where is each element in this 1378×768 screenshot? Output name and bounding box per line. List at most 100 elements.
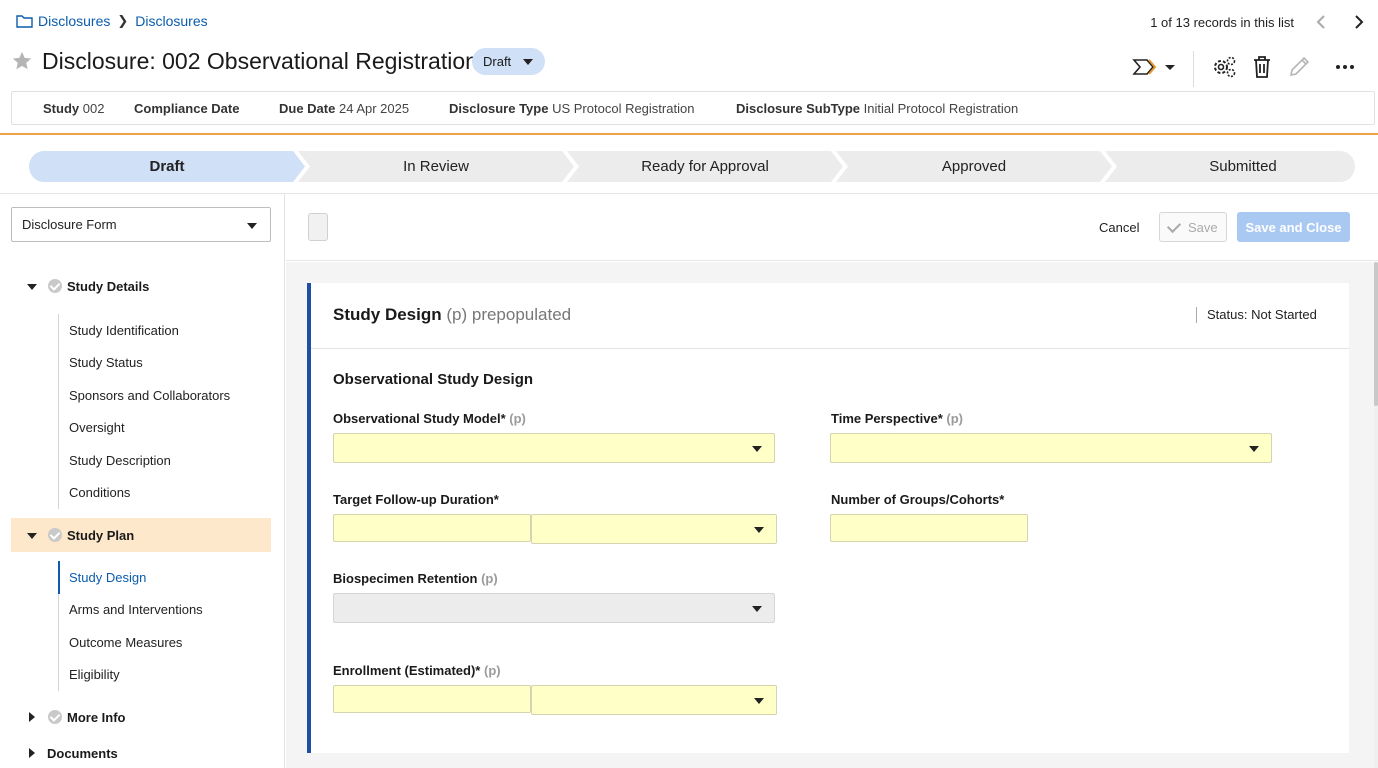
card-title: Study Design (p) prepopulated bbox=[333, 305, 572, 324]
section-label: More Info bbox=[67, 710, 126, 725]
form-sidebar: Disclosure Form Study Details Study Iden… bbox=[0, 194, 285, 768]
step-submitted[interactable]: Submitted bbox=[1112, 151, 1374, 182]
cancel-button[interactable]: Cancel bbox=[1099, 220, 1139, 235]
nav-item-eligibility[interactable]: Eligibility bbox=[59, 659, 203, 692]
nav-item-conditions[interactable]: Conditions bbox=[59, 477, 230, 510]
save-and-close-button[interactable]: Save and Close bbox=[1237, 212, 1350, 242]
vertical-scrollbar[interactable] bbox=[1374, 262, 1378, 768]
section-more-info[interactable]: More Info bbox=[11, 700, 271, 734]
card-header: Study Design (p) prepopulated Status: No… bbox=[311, 283, 1349, 349]
title-row: Disclosure: 002 Observational Registrati… bbox=[0, 44, 1378, 87]
delete-button[interactable] bbox=[1252, 54, 1272, 80]
breadcrumb-link-1[interactable]: Disclosures bbox=[38, 13, 110, 29]
workflow-chevron-icon bbox=[1132, 59, 1175, 75]
study-details-items: Study Identification Study Status Sponso… bbox=[58, 314, 230, 509]
workflow-button[interactable] bbox=[1132, 54, 1176, 80]
records-count: 1 of 13 records in this list bbox=[1150, 15, 1294, 30]
save-label: Save bbox=[1188, 219, 1218, 235]
study-plan-items: Study Design Arms and Interventions Outc… bbox=[58, 561, 203, 691]
nav-item-study-description[interactable]: Study Description bbox=[59, 444, 230, 477]
scrollbar-thumb[interactable] bbox=[1374, 262, 1378, 406]
enrollment-type-select[interactable] bbox=[531, 685, 777, 715]
disclosure-info-strip: Study 002 Compliance Date Due Date 24 Ap… bbox=[11, 91, 1375, 125]
study-field: Study 002 bbox=[43, 101, 105, 116]
breadcrumb: Disclosures ❯ Disclosures bbox=[16, 13, 208, 29]
caret-down-icon bbox=[752, 606, 762, 612]
chevron-right-icon bbox=[1355, 15, 1364, 29]
previous-record-button[interactable] bbox=[1311, 12, 1331, 32]
step-approved[interactable]: Approved bbox=[843, 151, 1105, 182]
more-options-button[interactable] bbox=[1334, 54, 1356, 80]
due-date-field: Due Date 24 Apr 2025 bbox=[279, 101, 410, 116]
nav-item-study-identification[interactable]: Study Identification bbox=[59, 314, 230, 347]
form-action-bar: Cancel Save Save and Close bbox=[286, 194, 1378, 261]
followup-label: Target Follow-up Duration* bbox=[333, 492, 499, 507]
settings-button[interactable] bbox=[1211, 54, 1237, 80]
time-perspective-select[interactable] bbox=[830, 433, 1272, 463]
check-circle-icon bbox=[48, 528, 62, 542]
step-ready-for-approval[interactable]: Ready for Approval bbox=[574, 151, 836, 182]
check-circle-icon bbox=[48, 710, 62, 724]
groups-input[interactable] bbox=[830, 514, 1028, 542]
edit-button[interactable] bbox=[1288, 54, 1310, 80]
obs-model-label: Observational Study Model* (p) bbox=[333, 411, 526, 426]
obs-model-select[interactable] bbox=[333, 433, 775, 463]
next-record-button[interactable] bbox=[1349, 12, 1369, 32]
breadcrumb-link-2[interactable]: Disclosures bbox=[135, 13, 207, 29]
collapse-icon bbox=[27, 533, 37, 539]
section-documents[interactable]: Documents bbox=[11, 736, 271, 768]
section-label: Study Details bbox=[67, 279, 150, 294]
step-in-review[interactable]: In Review bbox=[305, 151, 567, 182]
trash-icon bbox=[1254, 56, 1270, 78]
card-subtitle: Observational Study Design bbox=[333, 371, 534, 388]
step-draft[interactable]: Draft bbox=[29, 151, 305, 182]
compliance-date-field: Compliance Date bbox=[134, 101, 240, 116]
save-button[interactable]: Save bbox=[1159, 212, 1227, 242]
nav-item-outcome-measures[interactable]: Outcome Measures bbox=[59, 626, 203, 659]
checkmark-icon bbox=[1166, 218, 1182, 233]
gears-icon bbox=[1214, 56, 1236, 78]
chevron-right-icon: ❯ bbox=[117, 13, 129, 28]
card-status: Status: Not Started bbox=[1196, 307, 1317, 323]
nav-item-study-status[interactable]: Study Status bbox=[59, 347, 230, 380]
followup-value-input[interactable] bbox=[333, 514, 531, 542]
expand-icon bbox=[29, 712, 35, 722]
disclosure-subtype-field: Disclosure SubType Initial Protocol Regi… bbox=[736, 101, 1019, 116]
toolbar-divider bbox=[1193, 51, 1194, 87]
nav-item-study-design[interactable]: Study Design bbox=[58, 561, 203, 594]
biospecimen-label: Biospecimen Retention (p) bbox=[333, 571, 498, 586]
nav-item-arms-interventions[interactable]: Arms and Interventions bbox=[59, 594, 203, 627]
study-design-card: Study Design (p) prepopulated Status: No… bbox=[307, 283, 1349, 753]
caret-down-icon bbox=[247, 223, 257, 229]
enrollment-value-input[interactable] bbox=[333, 685, 531, 713]
caret-down-icon bbox=[1249, 446, 1259, 452]
check-circle-icon bbox=[48, 279, 62, 293]
section-label: Documents bbox=[47, 746, 118, 761]
groups-label: Number of Groups/Cohorts* bbox=[831, 492, 1005, 507]
folder-icon bbox=[16, 15, 33, 28]
enrollment-label: Enrollment (Estimated)* (p) bbox=[333, 663, 501, 678]
ellipsis-icon bbox=[1336, 65, 1354, 69]
expand-icon bbox=[29, 748, 35, 758]
workflow-stepper: Draft In Review Ready for Approval Appro… bbox=[29, 151, 1355, 182]
form-selector[interactable]: Disclosure Form bbox=[11, 207, 271, 242]
disclosure-type-field: Disclosure Type US Protocol Registration bbox=[449, 101, 695, 116]
nav-item-oversight[interactable]: Oversight bbox=[59, 412, 230, 445]
section-label: Study Plan bbox=[67, 528, 135, 543]
pencil-icon bbox=[1289, 56, 1310, 77]
followup-unit-select[interactable] bbox=[531, 514, 777, 544]
section-study-plan[interactable]: Study Plan bbox=[11, 518, 271, 552]
header-rule bbox=[0, 133, 1378, 135]
caret-down-icon bbox=[752, 446, 762, 452]
chevron-left-icon bbox=[1316, 15, 1325, 29]
toolbar bbox=[0, 51, 1378, 87]
panel-toggle-button[interactable] bbox=[308, 213, 328, 241]
section-study-details[interactable]: Study Details bbox=[11, 269, 271, 303]
nav-item-sponsors[interactable]: Sponsors and Collaborators bbox=[59, 379, 230, 412]
caret-down-icon bbox=[754, 527, 764, 533]
top-bar: Disclosures ❯ Disclosures 1 of 13 record… bbox=[0, 0, 1378, 44]
biospecimen-select[interactable] bbox=[333, 593, 775, 623]
caret-down-icon bbox=[754, 698, 764, 704]
time-perspective-label: Time Perspective* (p) bbox=[831, 411, 964, 426]
collapse-icon bbox=[27, 284, 37, 290]
